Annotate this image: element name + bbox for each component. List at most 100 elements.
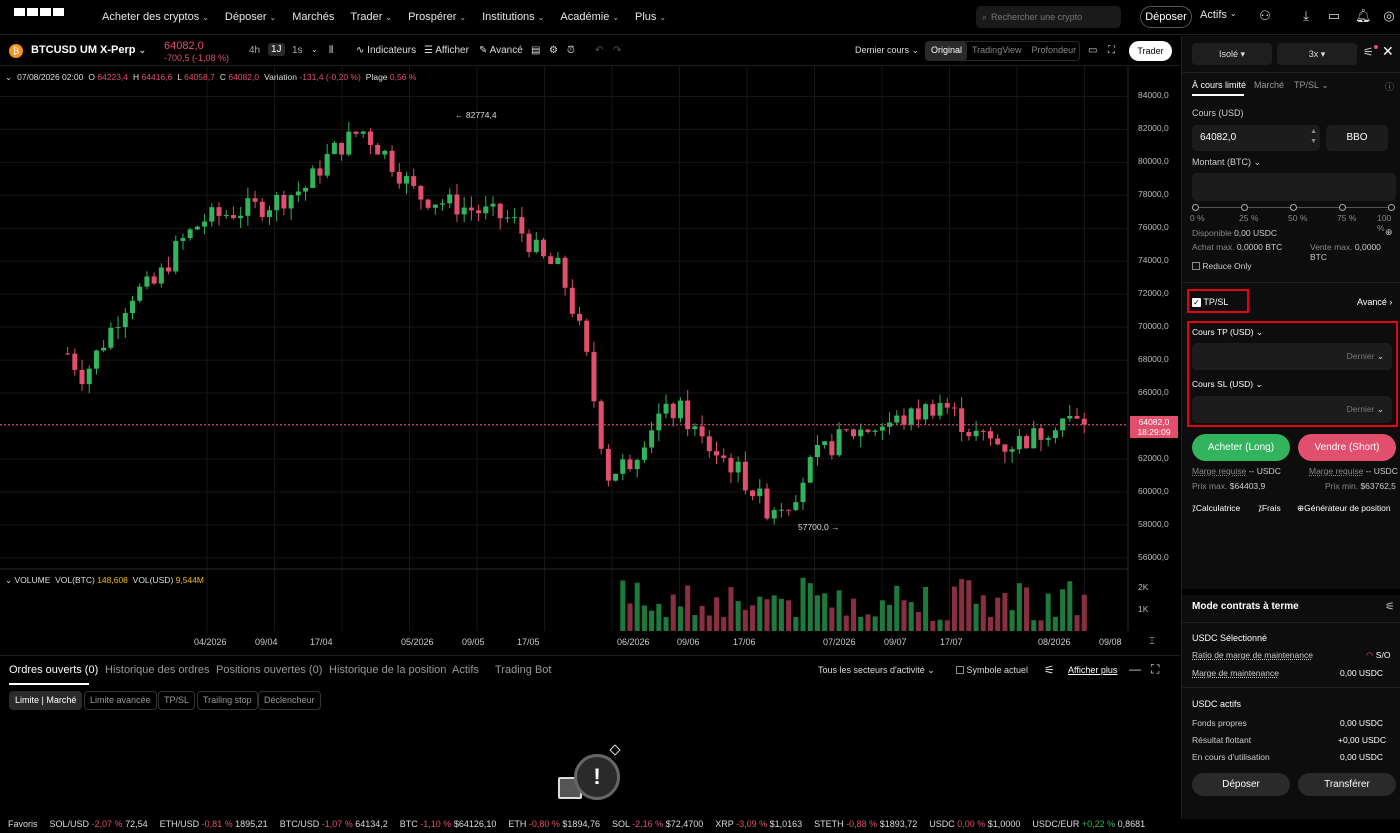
tab-trading-bot[interactable]: Trading Bot bbox=[495, 664, 551, 676]
slider-step[interactable] bbox=[1339, 204, 1346, 211]
tab-tradingview[interactable]: TradingView bbox=[967, 42, 1027, 60]
fullscreen-icon[interactable]: ⛶ bbox=[1108, 45, 1115, 56]
favorite-ticker-item[interactable]: BTC/USD -1,07 % 64134,2 bbox=[280, 819, 388, 829]
nav-more[interactable]: Plus ⌄ bbox=[635, 11, 666, 23]
collapse-icon[interactable]: ⌄ bbox=[5, 72, 12, 83]
favorites-label[interactable]: Favoris bbox=[8, 819, 38, 829]
buy-long-button[interactable]: Acheter (Long) bbox=[1192, 434, 1290, 461]
pair-selector[interactable]: BTCUSD UM X-Perp ⌄ bbox=[31, 44, 146, 56]
tpsl-checkbox[interactable]: ✓ TP/SL bbox=[1192, 297, 1228, 307]
nav-institutions[interactable]: Institutions ⌄ bbox=[482, 11, 544, 23]
expand-icon[interactable]: ⛶ bbox=[1151, 662, 1159, 677]
favorite-ticker-item[interactable]: USDC/EUR +0,22 % 0,8681 bbox=[1032, 819, 1145, 829]
display-button[interactable]: ☰ Afficher bbox=[424, 45, 469, 56]
stepper-icon[interactable]: ▲ ▼ bbox=[1310, 127, 1317, 147]
close-icon[interactable]: ✕ bbox=[1382, 43, 1394, 60]
show-more-link[interactable]: Afficher plus bbox=[1068, 665, 1117, 675]
chip-limit-market[interactable]: Limite | Marché bbox=[9, 691, 83, 710]
candlestick-plot[interactable] bbox=[0, 66, 1180, 656]
amount-selector[interactable]: Montant (BTC) ⌄ bbox=[1192, 157, 1261, 168]
current-symbol-checkbox[interactable]: Symbole actuel bbox=[956, 665, 1028, 675]
search-input[interactable]: ⌕ Rechercher une crypto bbox=[976, 6, 1121, 28]
redo-icon[interactable]: ↷ bbox=[613, 45, 621, 56]
leverage-selector[interactable]: 3x ▾ bbox=[1277, 43, 1357, 65]
tp-price-selector[interactable]: Cours TP (USD) ⌄ bbox=[1192, 327, 1263, 338]
tab-open-orders[interactable]: Ordres ouverts (0) bbox=[9, 664, 98, 676]
download-icon[interactable]: ⤓ bbox=[1299, 9, 1313, 23]
slider-step[interactable] bbox=[1192, 204, 1199, 211]
slider-step[interactable] bbox=[1241, 204, 1248, 211]
okx-logo[interactable] bbox=[14, 8, 70, 26]
chip-advanced-limit[interactable]: Limite avancée bbox=[84, 691, 157, 710]
sell-short-button[interactable]: Vendre (Short) bbox=[1298, 434, 1396, 461]
nav-deposit[interactable]: Déposer ⌄ bbox=[225, 11, 276, 23]
tab-assets[interactable]: Actifs bbox=[452, 664, 479, 676]
chat-icon[interactable]: ▭ bbox=[1327, 9, 1341, 23]
nav-grow[interactable]: Prospérer ⌄ bbox=[408, 11, 466, 23]
deposit-button[interactable]: Déposer bbox=[1140, 6, 1192, 28]
slider-step[interactable] bbox=[1290, 204, 1297, 211]
advanced-button[interactable]: ✎ Avancé bbox=[479, 45, 523, 56]
favorite-ticker-item[interactable]: SOL/USD -2,07 % 72,54 bbox=[50, 819, 148, 829]
nav-academy[interactable]: Académie ⌄ bbox=[560, 11, 619, 23]
favorite-ticker-item[interactable]: STETH -0,88 % $1893,72 bbox=[814, 819, 917, 829]
order-type-limit[interactable]: À cours limité bbox=[1192, 80, 1246, 90]
tab-order-history[interactable]: Historique des ordres bbox=[105, 664, 210, 676]
sliders-icon[interactable]: ⚟ bbox=[1363, 45, 1374, 59]
template-icon[interactable]: ▤ bbox=[531, 45, 540, 56]
layout-icon[interactable]: ▭ bbox=[1088, 45, 1097, 56]
favorite-ticker-item[interactable]: XRP -3,09 % $1,0163 bbox=[715, 819, 802, 829]
assets-menu[interactable]: Actifs ⌄ bbox=[1200, 9, 1237, 21]
order-type-market[interactable]: Marché bbox=[1254, 80, 1284, 90]
undo-icon[interactable]: ↶ bbox=[595, 45, 603, 56]
amount-input[interactable] bbox=[1192, 173, 1396, 201]
maint-ratio-label[interactable]: Ratio de marge de maintenance bbox=[1192, 650, 1313, 660]
sl-price-input[interactable]: Dernier ⌄ bbox=[1192, 396, 1392, 423]
sliders-icon[interactable]: ⚟ bbox=[1385, 600, 1395, 613]
calculator-button[interactable]: ⁒Calculatrice bbox=[1192, 503, 1240, 514]
tab-depth[interactable]: Profondeur bbox=[1027, 42, 1082, 60]
favorite-ticker-item[interactable]: SOL -2,16 % $72,4700 bbox=[612, 819, 703, 829]
maint-margin-label[interactable]: Marge de maintenance bbox=[1192, 668, 1279, 678]
timeframe-4h[interactable]: 4h bbox=[249, 45, 260, 56]
panel-transfer-button[interactable]: Transférer bbox=[1298, 773, 1396, 796]
nav-trade[interactable]: Trader ⌄ bbox=[350, 11, 392, 23]
advanced-link[interactable]: Avancé › bbox=[1357, 297, 1392, 307]
bbo-button[interactable]: BBO bbox=[1326, 125, 1388, 151]
filter-icon[interactable]: ⚟ bbox=[1044, 663, 1055, 677]
last-price-selector[interactable]: Dernier cours ⌄ bbox=[855, 45, 919, 56]
favorite-ticker-item[interactable]: USDC 0,00 % $1,0000 bbox=[929, 819, 1020, 829]
position-builder-button[interactable]: ⊕Générateur de position bbox=[1297, 503, 1391, 514]
tp-trigger-type[interactable]: Dernier ⌄ bbox=[1347, 351, 1384, 362]
tab-position-history[interactable]: Historique de la position bbox=[329, 664, 446, 676]
chevron-down-icon[interactable]: ⌄ bbox=[311, 45, 318, 54]
fees-button[interactable]: ⁒Frais bbox=[1258, 503, 1281, 514]
candle-type-icon[interactable]: ⫴ bbox=[329, 45, 333, 56]
favorite-ticker-item[interactable]: ETH/USD -0,81 % 1895,21 bbox=[160, 819, 268, 829]
fit-height-icon[interactable]: ⌶ bbox=[1149, 636, 1155, 647]
minimize-icon[interactable]: — bbox=[1129, 662, 1141, 676]
sl-price-selector[interactable]: Cours SL (USD) ⌄ bbox=[1192, 379, 1263, 390]
user-icon[interactable]: ⚇ bbox=[1258, 9, 1272, 23]
price-input[interactable]: 64082,0 ▲ ▼ bbox=[1192, 125, 1320, 151]
bell-icon[interactable]: 🔔︎ bbox=[1355, 9, 1372, 23]
tab-original[interactable]: Original bbox=[926, 42, 968, 60]
sl-trigger-type[interactable]: Dernier ⌄ bbox=[1347, 404, 1384, 415]
panel-deposit-button[interactable]: Déposer bbox=[1192, 773, 1290, 796]
timeframe-1d[interactable]: 1J bbox=[268, 43, 285, 56]
order-type-tpsl[interactable]: TP/SL ⌄ bbox=[1294, 80, 1329, 91]
favorite-ticker-item[interactable]: BTC -1,10 % $64126,10 bbox=[400, 819, 497, 829]
indicators-button[interactable]: ∿ Indicateurs bbox=[356, 45, 416, 56]
globe-icon[interactable]: ◎ bbox=[1382, 9, 1396, 23]
nav-buy-crypto[interactable]: Acheter des cryptos ⌄ bbox=[102, 11, 209, 23]
chip-trailing-stop[interactable]: Trailing stop bbox=[197, 691, 258, 710]
collapse-icon[interactable]: ⌄ bbox=[5, 575, 12, 585]
settings-icon[interactable]: ⚙ bbox=[549, 45, 558, 56]
nav-markets[interactable]: Marchés bbox=[292, 11, 334, 23]
slider-step[interactable] bbox=[1388, 204, 1395, 211]
price-chart[interactable]: ⌄ 07/08/2026 02:00 O 64223,4 H 64416,6 L… bbox=[0, 66, 1180, 656]
alert-icon[interactable]: ⏰︎ bbox=[567, 45, 575, 56]
tp-price-input[interactable]: Dernier ⌄ bbox=[1192, 343, 1392, 370]
help-icon[interactable]: ⓘ bbox=[1385, 80, 1394, 93]
chip-tpsl[interactable]: TP/SL bbox=[158, 691, 196, 710]
